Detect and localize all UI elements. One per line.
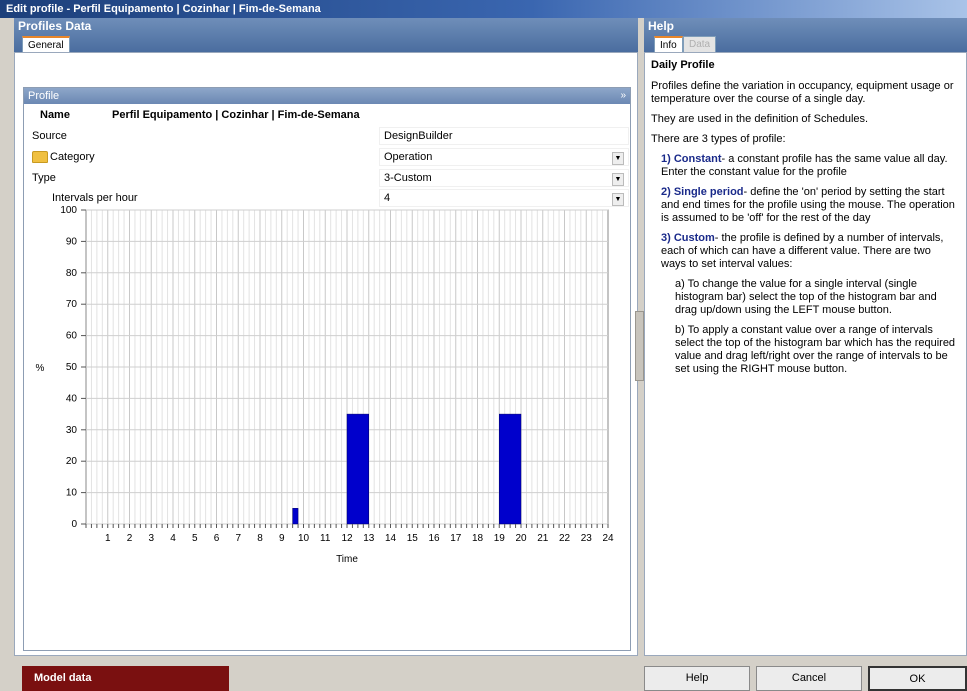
source-field[interactable]: DesignBuilder [379, 127, 629, 145]
category-value: Operation [384, 151, 433, 163]
profile-histogram[interactable]: 01020304050607080901001 2 3 4 5 6 7 8 9 10 11 12 13 1… [24, 204, 630, 584]
y-tick-label: 0 [71, 519, 77, 530]
tab-general[interactable]: General [22, 36, 70, 53]
x-tick-label: 4 [170, 533, 176, 544]
category-label-wrap: Category [32, 147, 95, 167]
help-title: Help [648, 19, 675, 33]
ok-button[interactable]: OK [868, 666, 967, 691]
help-item2-num: 2) Single period [661, 186, 744, 198]
x-tick-label: 11 [320, 533, 331, 544]
x-tick-label: 22 [559, 533, 571, 544]
x-tick-label: 14 [385, 533, 397, 544]
x-tick-label: 12 [341, 533, 353, 544]
help-body: Daily Profile Profiles define the variat… [644, 52, 967, 656]
type-row: Type 3-Custom ▼ [24, 168, 630, 188]
help-item-single-period: 2) Single period- define the 'on' period… [651, 186, 958, 225]
x-tick-label: 20 [515, 533, 527, 544]
help-item3a: a) To change the value for a single inte… [675, 278, 937, 316]
x-tick-label: 7 [235, 533, 241, 544]
category-row: Category Operation ▼ [24, 147, 630, 167]
x-tick-label: 9 [279, 533, 285, 544]
x-tick-label: 15 [407, 533, 419, 544]
help-item-custom: 3) Custom- the profile is defined by a n… [651, 232, 958, 271]
profiles-data-body: Profile » Name Perfil Equipamento | Cozi… [14, 52, 638, 656]
source-label: Source [32, 130, 67, 142]
y-tick-label: 50 [66, 362, 78, 373]
profile-bar[interactable] [346, 413, 369, 525]
help-item3b: b) To apply a constant value over a rang… [675, 324, 956, 375]
x-tick-label: 8 [257, 533, 263, 544]
y-tick-label: 80 [66, 268, 78, 279]
help-p2: They are used in the definition of Sched… [651, 113, 869, 125]
profile-bar[interactable] [292, 508, 299, 525]
y-tick-label: 40 [66, 393, 78, 404]
x-tick-label: 1 [105, 533, 111, 544]
y-tick-label: 30 [66, 425, 78, 436]
cancel-button[interactable]: Cancel [756, 666, 862, 691]
x-tick-label: 13 [363, 533, 375, 544]
panel-splitter[interactable] [635, 311, 644, 381]
profiles-data-title: Profiles Data [18, 19, 92, 33]
name-label: Name [40, 109, 70, 121]
profile-section-title: Profile [28, 90, 60, 102]
x-tick-label: 19 [494, 533, 506, 544]
help-p3: There are 3 types of profile: [651, 133, 786, 145]
profile-bar[interactable] [499, 413, 522, 525]
category-select[interactable]: Operation ▼ [379, 148, 629, 166]
x-tick-label: 17 [450, 533, 462, 544]
x-tick-label: 5 [192, 533, 198, 544]
type-value: 3-Custom [384, 172, 432, 184]
name-row: Name Perfil Equipamento | Cozinhar | Fim… [24, 105, 630, 125]
type-select[interactable]: 3-Custom ▼ [379, 169, 629, 187]
y-tick-label: 10 [66, 488, 78, 499]
chevron-down-icon[interactable]: ▼ [612, 152, 624, 165]
y-tick-label: 20 [66, 456, 78, 467]
help-item3-num: 3) Custom [661, 232, 715, 244]
x-axis-label: Time [336, 554, 358, 565]
profiles-data-header: Profiles Data General [14, 18, 638, 53]
help-item-constant: 1) Constant- a constant profile has the … [651, 153, 958, 179]
intervals-value: 4 [384, 192, 391, 204]
category-label: Category [50, 151, 95, 163]
help-header: Help Info Data [644, 18, 967, 53]
x-tick-label: 24 [602, 533, 614, 544]
profile-panel: Profile » Name Perfil Equipamento | Cozi… [23, 87, 631, 651]
window-title: Edit profile - Perfil Equipamento | Cozi… [0, 0, 967, 18]
chevron-down-icon[interactable]: ▼ [612, 173, 624, 186]
y-tick-label: 60 [66, 331, 78, 342]
tab-data[interactable]: Data [683, 36, 717, 53]
x-tick-label: 3 [148, 533, 154, 544]
x-tick-label: 6 [214, 533, 220, 544]
x-tick-label: 23 [581, 533, 593, 544]
x-tick-label: 10 [298, 533, 310, 544]
type-label: Type [32, 172, 56, 184]
folder-icon [32, 151, 48, 164]
source-row: Source DesignBuilder [24, 126, 630, 146]
profile-section-header[interactable]: Profile » [24, 88, 630, 104]
x-tick-label: 16 [428, 533, 440, 544]
x-tick-label: 21 [537, 533, 549, 544]
y-tick-label: 70 [66, 299, 78, 310]
collapse-icon[interactable]: » [620, 88, 626, 104]
help-button[interactable]: Help [644, 666, 750, 691]
help-p1: Profiles define the variation in occupan… [651, 80, 954, 105]
model-data-button[interactable]: Model data [22, 666, 229, 691]
name-value[interactable]: Perfil Equipamento | Cozinhar | Fim-de-S… [112, 105, 360, 125]
help-item1-num: 1) Constant [661, 153, 722, 165]
profile-chart[interactable]: 0 10 20 30 40 50 60 70 80 90 100 1 2 3 4 5 6 7 8 9 10 11 12 13 1… [24, 204, 630, 584]
x-tick-label: 18 [472, 533, 484, 544]
y-axis-label: % [36, 363, 45, 374]
y-tick-label: 90 [66, 236, 78, 247]
tab-info[interactable]: Info [654, 36, 683, 53]
y-tick-label: 100 [60, 205, 77, 216]
help-heading: Daily Profile [651, 59, 715, 71]
x-tick-label: 2 [127, 533, 133, 544]
